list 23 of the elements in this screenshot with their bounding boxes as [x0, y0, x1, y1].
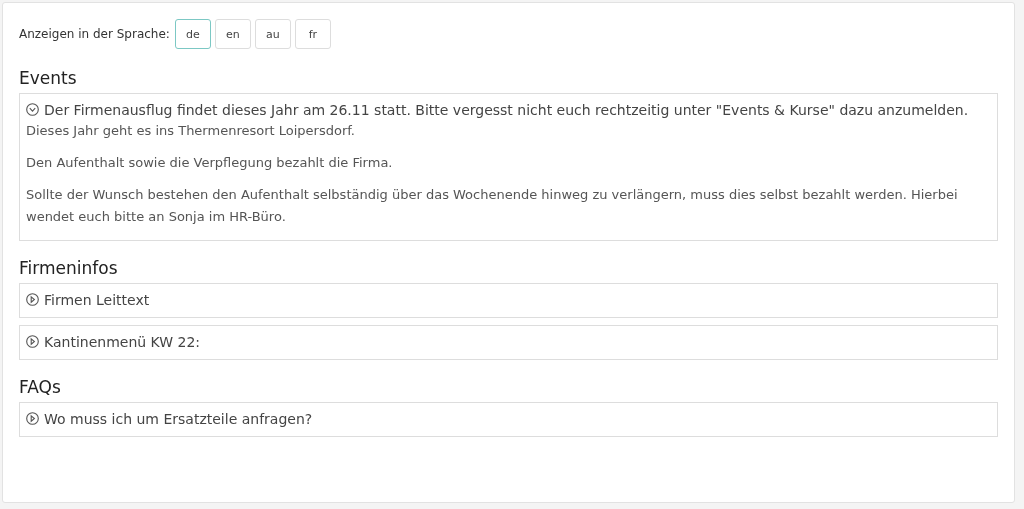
section-heading: Events [19, 68, 78, 88]
accordion-title: Kantinenmenü KW 22: [44, 333, 201, 352]
paragraph: Sollte der Wunsch bestehen den Aufenthalt selbständig über das Wochenende hinweg zu verlängern, muss dies selbst bezahlt werden. Hierbei wendet euch bitte an Sonja im HR-Büro. [26, 186, 959, 226]
language-button[interactable]: de [174, 19, 211, 49]
play-circle-icon [26, 293, 39, 306]
language-button[interactable]: fr [294, 19, 331, 49]
section-heading: FAQs [19, 377, 62, 397]
section-heading: Firmeninfos [19, 258, 119, 278]
accordion-item[interactable]: Firmen Leittext [19, 283, 998, 318]
accordion-item[interactable]: Kantinenmenü KW 22: [19, 325, 998, 360]
play-circle-icon [26, 335, 39, 348]
play-circle-icon [26, 412, 39, 425]
accordion-title: Wo muss ich um Ersatzteile anfragen? [44, 410, 313, 429]
accordion-item[interactable] [19, 93, 998, 241]
language-button[interactable]: au [254, 19, 291, 49]
chevron-down-circle-icon [26, 103, 39, 116]
paragraph: Dieses Jahr geht es ins Thermenresort Loipersdorf. [26, 122, 356, 140]
language-button[interactable]: en [214, 19, 251, 49]
language-label: Anzeigen in der Sprache: [19, 27, 170, 41]
accordion-title: Firmen Leittext [44, 291, 150, 310]
accordion-title: Der Firmenausflug findet dieses Jahr am 26.11 statt. Bitte vergesst nicht euch rechtzeitig unter "Events & Kurse" dazu anzumelden. [44, 101, 969, 120]
accordion-item[interactable]: Wo muss ich um Ersatzteile anfragen? [19, 402, 998, 437]
paragraph: Den Aufenthalt sowie die Verpflegung bezahlt die Firma. [26, 154, 394, 172]
